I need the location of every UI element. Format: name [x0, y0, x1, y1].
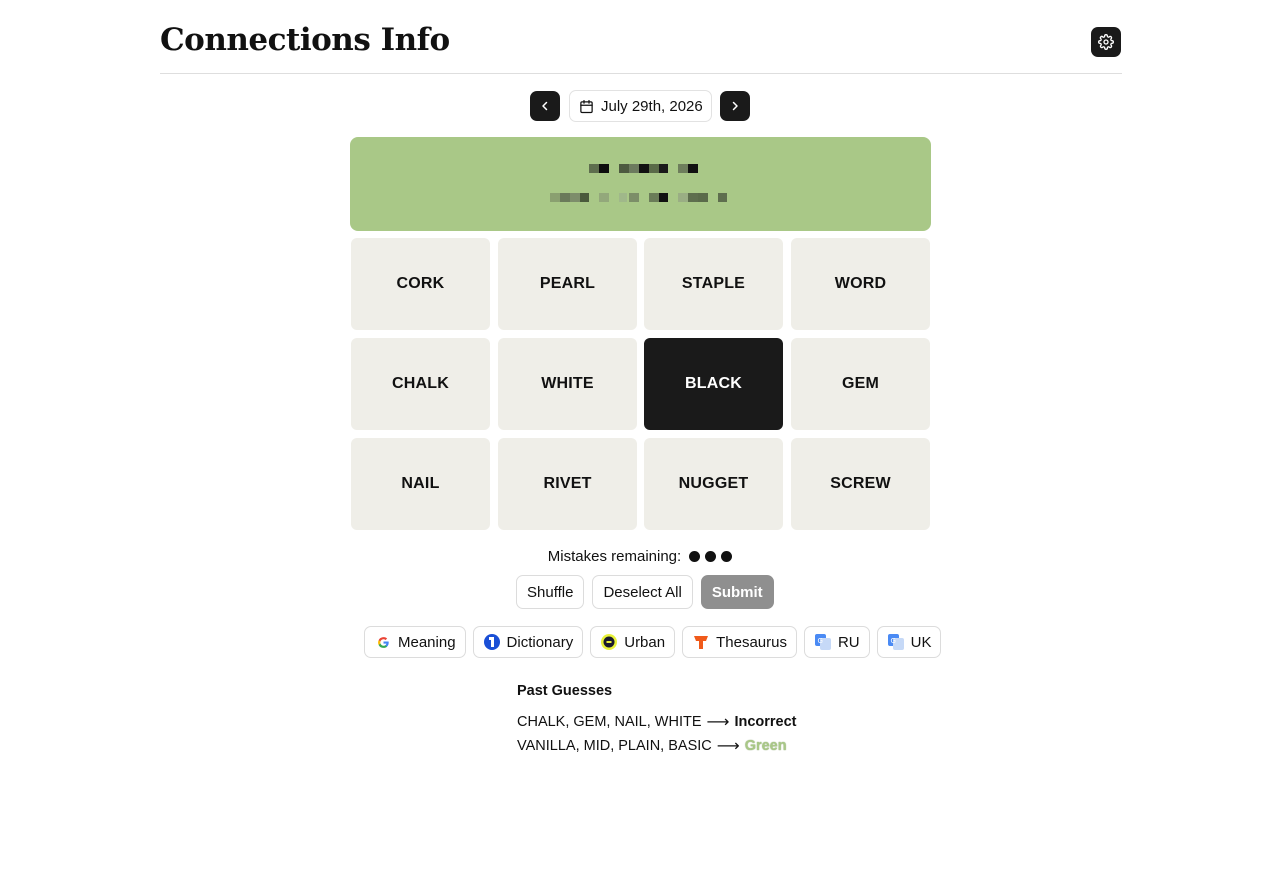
past-guess-row: VANILLA, MID, PLAIN, BASIC ⟶ Green — [517, 734, 797, 758]
word-tile[interactable]: CORK — [351, 238, 490, 330]
word-tile[interactable]: STAPLE — [644, 238, 783, 330]
word-tile[interactable]: WHITE — [498, 338, 637, 430]
guess-words: VANILLA, MID, PLAIN, BASIC — [517, 738, 712, 754]
chevron-right-icon — [732, 101, 738, 111]
guess-words: CHALK, GEM, NAIL, WHITE — [517, 714, 702, 730]
mistakes-remaining: Mistakes remaining: — [0, 548, 1280, 565]
translate-icon: G — [814, 634, 831, 650]
word-tile[interactable]: NUGGET — [644, 438, 783, 530]
lookup-links: Meaning Dictionary Urban Thesaurus G RU … — [364, 626, 942, 658]
mistake-dots — [689, 551, 733, 562]
guess-result: Green — [744, 738, 787, 754]
settings-button[interactable] — [1091, 27, 1121, 57]
past-guesses: Past Guesses CHALK, GEM, NAIL, WHITE ⟶ I… — [517, 683, 797, 758]
urban-link[interactable]: Urban — [590, 626, 676, 658]
word-tile[interactable]: GEM — [791, 338, 930, 430]
mistake-dot — [721, 551, 733, 562]
calendar-icon — [580, 99, 593, 113]
previous-day-button[interactable] — [530, 91, 560, 121]
date-picker[interactable]: July 29th, 2026 — [569, 90, 712, 122]
thesaurus-label: Thesaurus — [716, 633, 787, 651]
svg-text:G: G — [817, 637, 822, 645]
russian-translate-link[interactable]: G RU — [803, 626, 870, 658]
past-guess-row: CHALK, GEM, NAIL, WHITE ⟶ Incorrect — [517, 710, 797, 734]
action-buttons: Shuffle Deselect All Submit — [516, 575, 774, 609]
thesaurus-link[interactable]: Thesaurus — [682, 626, 797, 658]
mistakes-label: Mistakes remaining: — [547, 548, 682, 565]
svg-text:G: G — [890, 637, 895, 645]
chevron-left-icon — [542, 101, 548, 111]
shuffle-button[interactable]: Shuffle — [516, 575, 585, 609]
solved-group-green — [350, 137, 931, 231]
word-tile[interactable]: PEARL — [498, 238, 637, 330]
gear-icon — [1098, 34, 1114, 50]
word-tile[interactable]: NAIL — [351, 438, 490, 530]
urban-icon — [601, 634, 618, 650]
word-tile-selected[interactable]: BLACK — [644, 338, 783, 430]
word-tile[interactable]: RIVET — [498, 438, 637, 530]
date-navigation: July 29th, 2026 — [0, 90, 1280, 122]
deselect-all-button[interactable]: Deselect All — [592, 575, 693, 609]
current-date: July 29th, 2026 — [601, 97, 703, 115]
ukrainian-translate-link[interactable]: G UK — [876, 626, 942, 658]
ru-label: RU — [837, 633, 860, 651]
page-title: Connections Info — [160, 22, 450, 58]
next-day-button[interactable] — [720, 91, 750, 121]
guess-result: Incorrect — [734, 714, 797, 730]
dictionary-icon — [483, 634, 500, 650]
word-tile[interactable]: CHALK — [351, 338, 490, 430]
header: Connections Info — [160, 0, 1122, 74]
dictionary-link[interactable]: Dictionary — [472, 626, 584, 658]
thesaurus-icon — [693, 634, 709, 650]
google-icon — [375, 634, 391, 650]
uk-label: UK — [910, 633, 932, 651]
meaning-link[interactable]: Meaning — [364, 626, 466, 658]
translate-icon: G — [887, 634, 904, 650]
past-guesses-title: Past Guesses — [517, 683, 613, 699]
urban-label: Urban — [624, 633, 666, 651]
arrow-right-icon: ⟶ — [706, 714, 730, 731]
arrow-right-icon: ⟶ — [716, 738, 740, 755]
submit-button[interactable]: Submit — [700, 575, 774, 609]
dictionary-label: Dictionary — [506, 633, 574, 651]
mistake-dot — [689, 551, 701, 562]
meaning-label: Meaning — [398, 633, 456, 651]
mistake-dot — [705, 551, 717, 562]
word-tile[interactable]: WORD — [791, 238, 930, 330]
word-tile[interactable]: SCREW — [791, 438, 930, 530]
